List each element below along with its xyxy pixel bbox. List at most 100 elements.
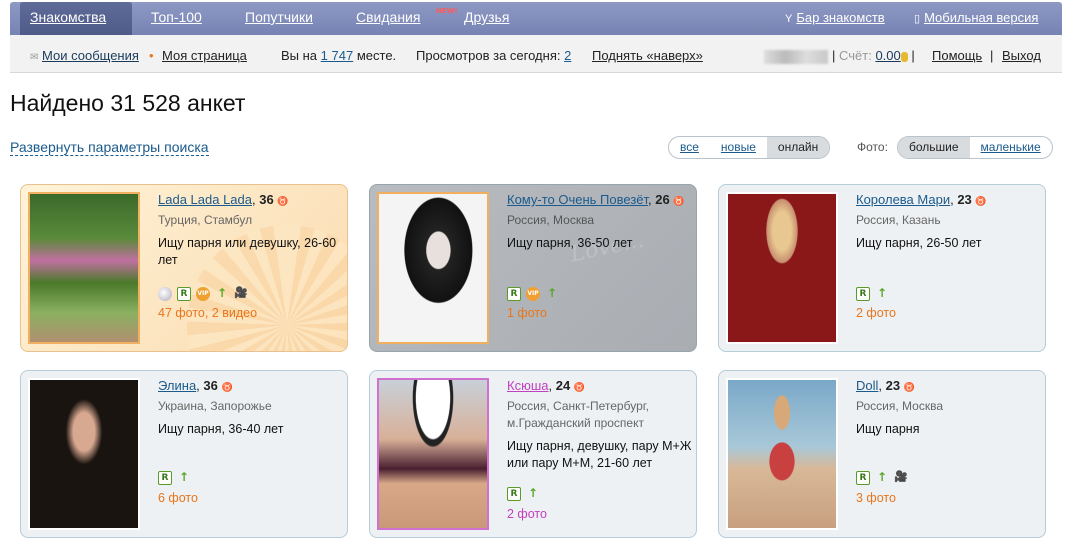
profile-seeking: Ищу парня, 36-50 лет (507, 236, 633, 250)
profile-location: Турция, Стамбул (158, 213, 253, 227)
rank-suffix: месте. (356, 48, 397, 63)
raise-link[interactable]: Поднять «наверх» (592, 48, 703, 63)
profile-card[interactable]: Ксюша, 24 ♉ Россия, Санкт-Петербург, м.Г… (369, 370, 697, 538)
raised-arrow-icon[interactable]: ↑ (545, 287, 559, 301)
raised-arrow-icon[interactable]: ↑ (875, 287, 889, 301)
profile-name-link[interactable]: Кому-то Очень Повезёт (507, 192, 648, 207)
zodiac-icon: ♉ (573, 382, 586, 392)
score-value-link[interactable]: 0.00 (875, 48, 900, 63)
separator-dot: • (149, 48, 154, 63)
raised-arrow-icon[interactable]: ↑ (177, 471, 191, 485)
profile-photo[interactable] (726, 378, 838, 530)
media-count-link[interactable]: 2 фото (507, 507, 547, 521)
profile-seeking: Ищу парня, 36-40 лет (158, 422, 284, 436)
profile-photo[interactable] (377, 192, 489, 344)
expand-search-link[interactable]: Развернуть параметры поиска (10, 139, 209, 156)
vip-icon[interactable]: VIP (526, 287, 540, 301)
top-nav: Знакомства Топ-100 Попутчики Свидания NE… (10, 2, 1062, 35)
photo-small[interactable]: маленькие (970, 137, 1052, 158)
filter-online[interactable]: онлайн (766, 137, 830, 158)
nav-item-dates[interactable]: Свидания (356, 9, 420, 25)
media-count-link[interactable]: 2 фото (856, 306, 896, 320)
mobile-link[interactable]: ▯ Мобильная версия (914, 10, 1038, 25)
profile-age: 36 (203, 378, 218, 393)
media-count-link[interactable]: 3 фото (856, 491, 896, 505)
profile-seeking: Ищу парня или девушку, 26-60 лет (158, 236, 337, 267)
photo-size-label: Фото: (857, 140, 888, 154)
glass-icon: Y (785, 13, 793, 25)
my-page-link[interactable]: Моя страница (162, 48, 247, 63)
profile-name-link[interactable]: Doll (856, 378, 878, 393)
raised-arrow-icon[interactable]: ↑ (215, 287, 229, 301)
real-badge-icon[interactable]: R (177, 287, 191, 301)
messages-link[interactable]: ✉ Мои сообщения (30, 48, 139, 63)
real-badge-icon[interactable]: R (507, 487, 521, 501)
nav-item-friends[interactable]: Друзья (464, 9, 509, 25)
envelope-icon: ✉ (30, 52, 39, 63)
zodiac-icon: ♉ (673, 196, 685, 206)
real-badge-icon[interactable]: R (507, 287, 521, 301)
profile-location: Россия, Казань (856, 213, 941, 227)
profile-seeking: Ищу парня, 26-50 лет (856, 236, 982, 250)
username-blurred (764, 48, 828, 64)
profile-name-link[interactable]: Ксюша (507, 378, 548, 393)
status-filter: все новые онлайн (668, 136, 831, 159)
profile-name-link[interactable]: Королева Мари (856, 192, 950, 207)
photo-large[interactable]: большие (898, 137, 970, 158)
bar-link[interactable]: Y Бар знакомств (785, 10, 885, 25)
profile-card[interactable]: Doll, 23 ♉ Россия, Москва Ищу парня R ↑ … (718, 370, 1046, 538)
messages-label: Мои сообщения (42, 48, 139, 63)
mobile-label: Мобильная версия (924, 10, 1039, 25)
exit-link[interactable]: Выход (1002, 48, 1041, 63)
video-camera-icon[interactable]: 🎥 (894, 471, 908, 485)
profile-card[interactable]: Love... Кому-то Очень Повезёт, 26 ♉ Росс… (369, 184, 697, 352)
vip-icon[interactable]: VIP (196, 287, 210, 301)
profile-age: 23 (957, 192, 972, 207)
rank-value-link[interactable]: 1 747 (321, 48, 354, 63)
rank-text: Вы на 1 747 месте. (281, 48, 396, 63)
nav-item-dating[interactable]: Знакомства (30, 9, 106, 25)
profile-photo[interactable] (377, 378, 489, 530)
media-count-link[interactable]: 6 фото (158, 491, 198, 505)
profile-name-link[interactable]: Lada Lada Lada (158, 192, 252, 207)
separator: | (990, 48, 994, 63)
profile-age: 24 (555, 378, 571, 393)
profile-card[interactable]: Королева Мари, 23 ♉ Россия, Казань Ищу п… (718, 184, 1046, 352)
views-label: Просмотров за сегодня: (416, 48, 561, 63)
user-bar: ✉ Мои сообщения • Моя страница Вы на 1 7… (10, 35, 1062, 73)
new-badge: NEW! (436, 7, 458, 15)
profile-photo[interactable] (28, 192, 140, 344)
zodiac-icon: ♉ (277, 196, 289, 206)
real-badge-icon[interactable]: R (856, 471, 870, 485)
raised-arrow-icon[interactable]: ↑ (875, 471, 889, 485)
views-value-link[interactable]: 2 (564, 48, 571, 63)
raised-arrow-icon[interactable]: ↑ (526, 487, 540, 501)
profile-location: Россия, Москва (507, 213, 594, 227)
score-text: | Счёт: 0.00 | (832, 48, 915, 63)
profile-card[interactable]: Элина, 36 ♉ Украина, Запорожье Ищу парня… (20, 370, 348, 538)
score-label: Счёт: (839, 48, 872, 63)
globe-icon[interactable] (158, 287, 172, 301)
filter-all[interactable]: все (669, 137, 710, 158)
coin-icon (900, 51, 908, 62)
profile-photo[interactable] (28, 378, 140, 530)
profile-card[interactable]: Lada Lada Lada, 36 ♉ Турция, Стамбул Ищу… (20, 184, 348, 352)
zodiac-icon: ♉ (975, 196, 987, 206)
help-link[interactable]: Помощь (932, 48, 982, 63)
profile-photo[interactable] (726, 192, 838, 344)
bar-label: Бар знакомств (796, 10, 885, 25)
zodiac-icon: ♉ (221, 382, 233, 392)
real-badge-icon[interactable]: R (158, 471, 172, 485)
profile-seeking: Ищу парня, девушку, пару М+Ж или пару М+… (507, 439, 692, 470)
views-text: Просмотров за сегодня: 2 (416, 48, 571, 63)
profile-name-link[interactable]: Элина (158, 378, 196, 393)
profile-location: Россия, Санкт-Петербург, м.Гражданский п… (507, 399, 650, 430)
media-count-link[interactable]: 47 фото, 2 видео (158, 306, 257, 320)
page-title: Найдено 31 528 анкет (10, 90, 246, 116)
nav-item-travel[interactable]: Попутчики (245, 9, 313, 25)
filter-new[interactable]: новые (710, 137, 767, 158)
video-camera-icon[interactable]: 🎥 (234, 287, 248, 301)
real-badge-icon[interactable]: R (856, 287, 870, 301)
media-count-link[interactable]: 1 фото (507, 306, 547, 320)
nav-item-top100[interactable]: Топ-100 (151, 9, 202, 25)
